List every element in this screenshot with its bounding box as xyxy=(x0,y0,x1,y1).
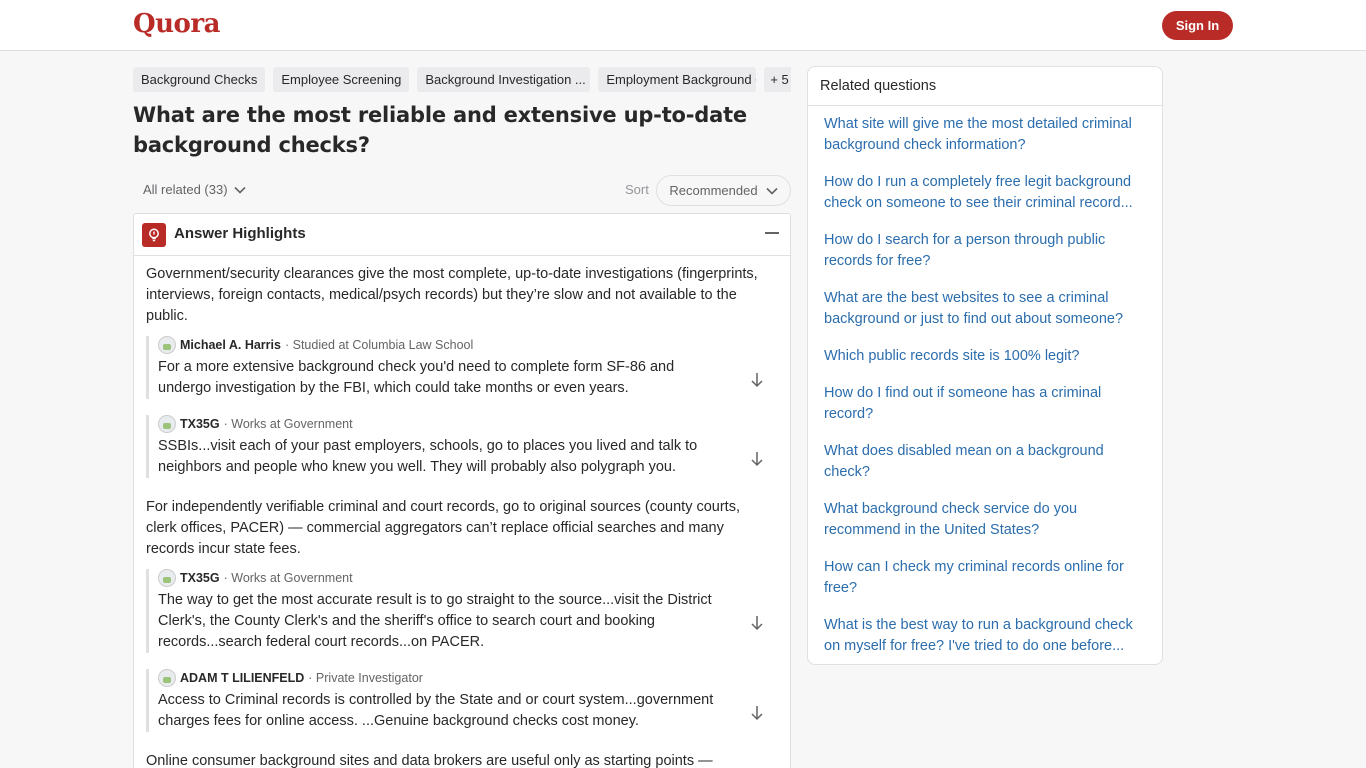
topic-chip[interactable]: Employee Screening xyxy=(273,67,410,92)
quora-logo[interactable]: Quora xyxy=(133,9,220,39)
highlight-summary: Government/security clearances give the … xyxy=(146,266,758,324)
all-related-dropdown[interactable]: All related (33) xyxy=(143,182,246,197)
arrow-down-icon[interactable] xyxy=(750,615,764,631)
related-question-link[interactable]: What site will give me the most detailed… xyxy=(824,114,1152,156)
quote-credential: · Private Investigator xyxy=(308,671,423,685)
related-question-link[interactable]: How do I find out if someone has a crimi… xyxy=(824,383,1152,425)
answer-quote[interactable]: ADAM T LILIENFELD · Private Investigator… xyxy=(146,669,776,732)
quote-credential: · Works at Government xyxy=(223,571,353,585)
avatar xyxy=(158,336,176,354)
all-related-label: All related (33) xyxy=(143,182,228,197)
answer-highlights-panel: Answer Highlights Government/security cl… xyxy=(133,213,791,768)
related-question-link[interactable]: What does disabled mean on a background … xyxy=(824,441,1152,483)
highlight-summary: Online consumer background sites and dat… xyxy=(146,753,713,768)
related-question-link[interactable]: What is the best way to run a background… xyxy=(824,615,1152,657)
avatar xyxy=(158,669,176,687)
collapse-icon[interactable] xyxy=(765,232,779,234)
related-questions-title: Related questions xyxy=(808,67,1162,106)
quote-meta: TX35G · Works at Government xyxy=(158,569,776,587)
sign-in-button[interactable]: Sign In xyxy=(1162,11,1233,40)
top-bar: Quora Sign In xyxy=(0,0,1366,51)
topic-chip[interactable]: Employment Background C xyxy=(598,67,757,92)
arrow-down-icon[interactable] xyxy=(750,705,764,721)
quote-meta: Michael A. Harris · Studied at Columbia … xyxy=(158,336,776,354)
sort-value: Recommended xyxy=(669,183,758,198)
related-question-link[interactable]: Which public records site is 100% legit? xyxy=(824,346,1152,367)
quote-meta: TX35G · Works at Government xyxy=(158,415,776,433)
topic-list: Background Checks Employee Screening Bac… xyxy=(133,67,791,92)
sort-label: Sort xyxy=(625,182,649,197)
avatar xyxy=(158,569,176,587)
related-question-link[interactable]: How can I check my criminal records onli… xyxy=(824,557,1152,599)
answer-quote[interactable]: TX35G · Works at Government The way to g… xyxy=(146,569,776,653)
arrow-down-icon[interactable] xyxy=(750,372,764,388)
answer-quote[interactable]: TX35G · Works at Government SSBIs...visi… xyxy=(146,415,776,478)
more-topics-button[interactable]: + 5 xyxy=(764,67,791,92)
related-question-link[interactable]: How do I run a completely free legit bac… xyxy=(824,172,1152,214)
quote-meta: ADAM T LILIENFELD · Private Investigator xyxy=(158,669,776,687)
question-title: What are the most reliable and extensive… xyxy=(133,103,747,157)
quote-text: Access to Criminal records is controlled… xyxy=(158,692,714,729)
answer-quote[interactable]: Michael A. Harris · Studied at Columbia … xyxy=(146,336,776,399)
chevron-down-icon xyxy=(766,187,778,195)
related-question-link[interactable]: What are the best websites to see a crim… xyxy=(824,288,1152,330)
answer-highlights-header: Answer Highlights xyxy=(134,214,790,256)
chevron-down-icon xyxy=(233,186,246,194)
highlight-summary: For independently verifiable criminal an… xyxy=(146,499,740,557)
topic-chip[interactable]: Background Investigation ... xyxy=(417,67,591,92)
quote-author[interactable]: TX35G xyxy=(180,571,220,585)
quote-author[interactable]: Michael A. Harris xyxy=(180,338,281,352)
lightbulb-icon xyxy=(142,223,166,247)
related-question-link[interactable]: What background check service do you rec… xyxy=(824,499,1152,541)
quote-text: SSBIs...visit each of your past employer… xyxy=(158,438,698,475)
answer-highlights-title: Answer Highlights xyxy=(174,225,306,242)
quote-text: The way to get the most accurate result … xyxy=(158,592,712,650)
related-question-link[interactable]: How do I search for a person through pub… xyxy=(824,230,1152,272)
avatar xyxy=(158,415,176,433)
quote-credential: · Studied at Columbia Law School xyxy=(284,338,474,352)
quote-text: For a more extensive background check yo… xyxy=(158,359,675,396)
quote-credential: · Works at Government xyxy=(223,417,353,431)
topic-chip[interactable]: Background Checks xyxy=(133,67,266,92)
quote-author[interactable]: ADAM T LILIENFELD xyxy=(180,671,304,685)
quote-author[interactable]: TX35G xyxy=(180,417,220,431)
related-questions-panel: Related questions What site will give me… xyxy=(807,66,1163,665)
arrow-down-icon[interactable] xyxy=(750,451,764,467)
sort-dropdown[interactable]: Recommended xyxy=(656,175,791,206)
